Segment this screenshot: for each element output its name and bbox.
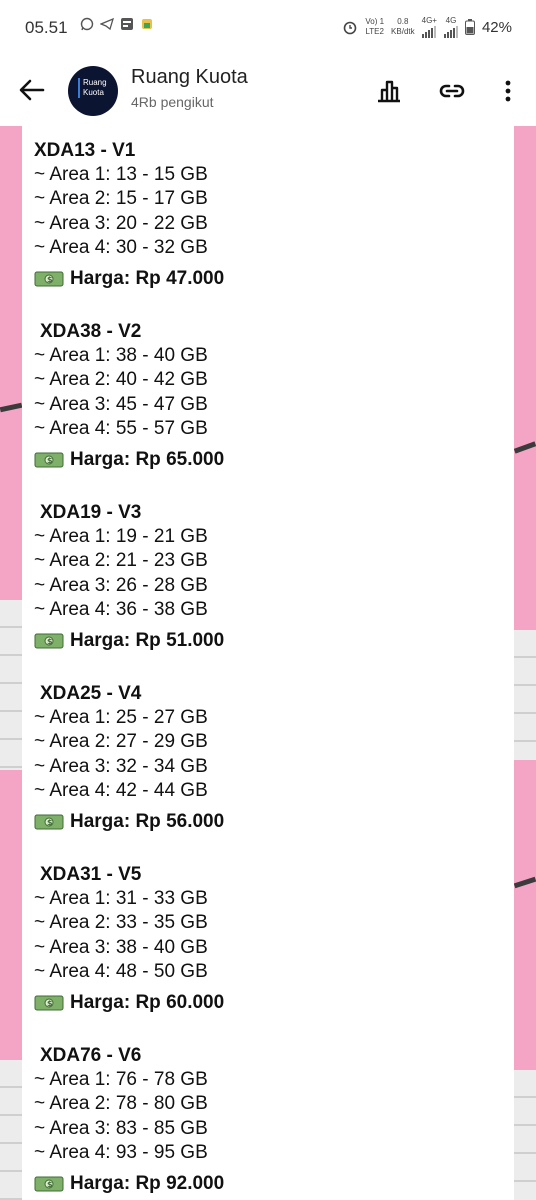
signal-bars-icon <box>443 26 458 38</box>
network-speed: 0.8 KB/dtk <box>391 17 415 36</box>
bar-chart-icon[interactable] <box>374 76 404 106</box>
banknote-icon: $ <box>34 271 64 287</box>
more-vertical-icon[interactable] <box>493 76 523 106</box>
area-line: ~ Area 3: 32 - 34 GB <box>34 755 208 777</box>
link-icon[interactable] <box>437 76 467 106</box>
area-line: ~ Area 3: 20 - 22 GB <box>34 212 208 234</box>
area-line: ~ Area 4: 30 - 32 GB <box>34 236 208 258</box>
battery-icon <box>464 19 475 35</box>
price-line: $ Harga: Rp 47.000 <box>34 264 504 294</box>
banknote-icon: $ <box>34 452 64 468</box>
background-tile-strip <box>514 630 536 760</box>
banknote-icon: $ <box>34 814 64 830</box>
area-line: ~ Area 2: 78 - 80 GB <box>34 1093 208 1115</box>
package-title: XDA76 - V6 <box>40 1045 142 1066</box>
arrow-left-icon[interactable] <box>16 74 48 106</box>
area-line: ~ Area 3: 38 - 40 GB <box>34 936 208 958</box>
svg-text:$: $ <box>47 456 53 465</box>
channel-header: Ruang Kuota Ruang Kuota 4Rb pengikut <box>0 56 536 127</box>
area-line: ~ Area 3: 26 - 28 GB <box>34 574 208 596</box>
area-line: ~ Area 4: 42 - 44 GB <box>34 779 208 801</box>
package-block: XDA38 - V2 ~ Area 1: 38 - 40 GB ~ Area 2… <box>34 320 510 475</box>
status-notification-icons <box>80 17 154 31</box>
news-icon <box>121 18 133 30</box>
area-line: ~ Area 2: 40 - 42 GB <box>34 369 208 391</box>
area-line: ~ Area 2: 15 - 17 GB <box>34 188 208 210</box>
whatsapp-icon <box>80 17 94 31</box>
area-line: ~ Area 4: 48 - 50 GB <box>34 960 208 982</box>
area-line: ~ Area 1: 31 - 33 GB <box>34 888 208 909</box>
svg-text:$: $ <box>47 637 53 646</box>
price-line: $ Harga: Rp 60.000 <box>34 988 510 1018</box>
status-system-icons: Vo) 1 LTE2 0.8 KB/dtk 4G+ 4G 42% <box>342 16 512 38</box>
package-title: XDA38 - V2 <box>40 321 142 342</box>
package-title: XDA31 - V5 <box>40 864 142 885</box>
battery-percent: 42% <box>481 18 512 36</box>
signal-sim2: 4G <box>443 16 458 38</box>
status-time: 05.51 <box>25 18 68 37</box>
channel-name[interactable]: Ruang Kuota <box>131 66 248 89</box>
avatar-logo: Ruang Kuota <box>78 78 107 98</box>
svg-text:$: $ <box>47 1180 53 1189</box>
background-tile-strip <box>0 600 22 770</box>
area-line: ~ Area 2: 33 - 35 GB <box>34 912 208 934</box>
package-block: XDA25 - V4 ~ Area 1: 25 - 27 GB ~ Area 2… <box>34 682 510 837</box>
area-line: ~ Area 2: 27 - 29 GB <box>34 731 208 753</box>
price-line: $ Harga: Rp 51.000 <box>34 626 510 656</box>
channel-avatar[interactable]: Ruang Kuota <box>68 66 118 116</box>
area-line: ~ Area 4: 55 - 57 GB <box>34 417 208 439</box>
signal-sim1: 4G+ <box>421 16 437 38</box>
area-line: ~ Area 1: 13 - 15 GB <box>34 164 208 185</box>
area-line: ~ Area 3: 83 - 85 GB <box>34 1117 208 1139</box>
price-line: $ Harga: Rp 56.000 <box>34 807 510 837</box>
svg-text:$: $ <box>47 275 53 284</box>
price-line: $ Harga: Rp 65.000 <box>34 445 510 475</box>
package-title: XDA19 - V3 <box>40 502 142 523</box>
app-notification-icon <box>142 19 152 29</box>
package-block: XDA31 - V5 ~ Area 1: 31 - 33 GB ~ Area 2… <box>34 863 510 1018</box>
area-line: ~ Area 4: 93 - 95 GB <box>34 1141 208 1163</box>
background-tile-strip <box>514 1070 536 1200</box>
status-bar: 05.51 Vo) 1 LTE2 0.8 KB/dtk 4G+ 4G 42% <box>0 0 536 56</box>
area-line: ~ Area 3: 45 - 47 GB <box>34 393 208 415</box>
package-title: XDA13 - V1 <box>34 140 136 161</box>
area-line: ~ Area 1: 76 - 78 GB <box>34 1069 208 1090</box>
area-line: ~ Area 1: 19 - 21 GB <box>34 526 208 547</box>
banknote-icon: $ <box>34 633 64 649</box>
area-line: ~ Area 4: 36 - 38 GB <box>34 598 208 620</box>
package-block: XDA76 - V6 ~ Area 1: 76 - 78 GB ~ Area 2… <box>34 1044 510 1199</box>
price-line: $ Harga: Rp 92.000 <box>34 1169 510 1199</box>
alarm-icon <box>344 21 357 35</box>
svg-text:$: $ <box>47 999 53 1008</box>
volte-indicator: Vo) 1 LTE2 <box>365 17 385 36</box>
telegram-icon <box>100 17 114 31</box>
channel-followers: 4Rb pengikut <box>131 94 214 110</box>
svg-text:$: $ <box>47 818 53 827</box>
package-block: XDA19 - V3 ~ Area 1: 19 - 21 GB ~ Area 2… <box>34 501 510 656</box>
package-title: XDA25 - V4 <box>40 683 142 704</box>
area-line: ~ Area 1: 25 - 27 GB <box>34 707 208 728</box>
banknote-icon: $ <box>34 995 64 1011</box>
message-bubble[interactable]: XDA13 - V1 ~ Area 1: 13 - 15 GB ~ Area 2… <box>22 126 514 1200</box>
background-tile-strip <box>0 1060 22 1200</box>
banknote-icon: $ <box>34 1176 64 1192</box>
signal-bars-icon <box>421 26 437 38</box>
area-line: ~ Area 1: 38 - 40 GB <box>34 345 208 366</box>
package-block: XDA13 - V1 ~ Area 1: 13 - 15 GB ~ Area 2… <box>34 139 504 294</box>
area-line: ~ Area 2: 21 - 23 GB <box>34 550 208 572</box>
